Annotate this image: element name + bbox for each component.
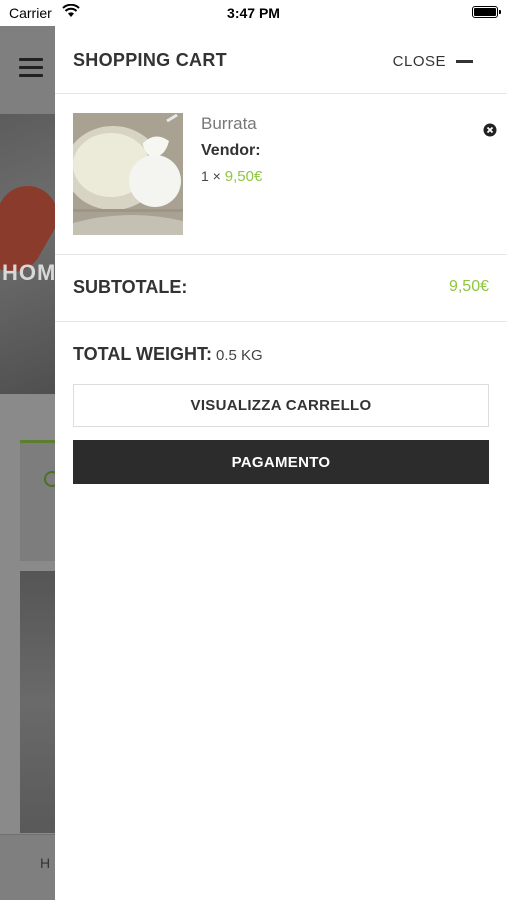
product-thumbnail[interactable] bbox=[73, 113, 183, 235]
background-footer-text: H bbox=[40, 855, 51, 871]
subtotal-label: SUBTOTALE: bbox=[73, 277, 188, 297]
drawer-header: SHOPPING CART CLOSE bbox=[55, 26, 507, 94]
subtotal-value: 9,50€ bbox=[448, 278, 489, 295]
background-hero-image: HOM bbox=[0, 114, 69, 394]
background-card bbox=[20, 440, 60, 561]
cart-item: Burrata Vendor: 1 × 9,50€ bbox=[55, 94, 507, 255]
close-label: CLOSE bbox=[392, 53, 446, 70]
status-bar: Carrier 3:47 PM bbox=[0, 0, 507, 26]
total-weight-row: TOTAL WEIGHT: 0.5 KG bbox=[55, 322, 507, 386]
menu-icon[interactable] bbox=[19, 58, 43, 82]
product-vendor-label: Vendor: bbox=[201, 142, 261, 159]
subtotal-row: SUBTOTALE: 9,50€ bbox=[55, 255, 507, 322]
product-name[interactable]: Burrata bbox=[201, 114, 257, 134]
remove-item-icon[interactable] bbox=[483, 123, 497, 137]
view-cart-button[interactable]: VISUALIZZA CARRELLO bbox=[73, 384, 489, 427]
close-dash-icon bbox=[456, 60, 473, 63]
background-hero-text: HOM bbox=[2, 260, 57, 285]
background-product-image bbox=[20, 571, 60, 833]
product-price: 9,50€ bbox=[224, 168, 263, 185]
battery-icon bbox=[472, 6, 501, 18]
drawer-title: SHOPPING CART bbox=[73, 50, 227, 70]
background-footer: H bbox=[0, 834, 56, 900]
product-quantity: 1 × bbox=[201, 168, 221, 184]
checkout-button[interactable]: PAGAMENTO bbox=[73, 440, 489, 484]
close-button[interactable]: CLOSE bbox=[393, 53, 473, 70]
total-weight-value: 0.5 KG bbox=[216, 347, 263, 364]
total-weight-title: TOTAL WEIGHT: bbox=[73, 344, 212, 364]
total-weight-label: TOTAL WEIGHT: 0.5 KG bbox=[73, 344, 263, 365]
clock: 3:47 PM bbox=[227, 5, 280, 21]
background-header bbox=[0, 26, 56, 116]
product-quantity-price: 1 × 9,50€ bbox=[201, 168, 262, 185]
shopping-cart-drawer: SHOPPING CART CLOSE Burrata Vendor: 1 × … bbox=[55, 26, 507, 900]
